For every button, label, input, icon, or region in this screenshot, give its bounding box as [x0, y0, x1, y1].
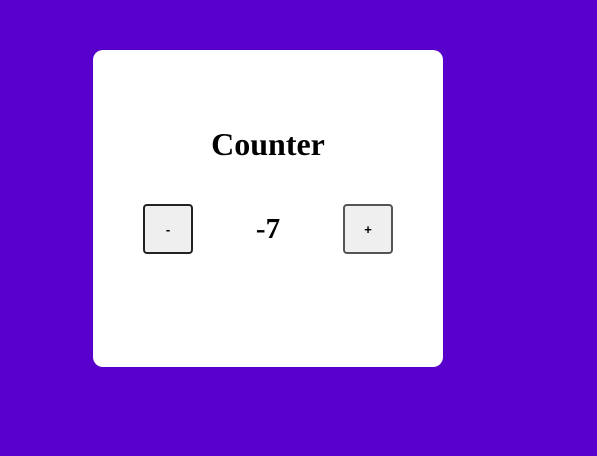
counter-title: Counter: [211, 126, 325, 162]
counter-value: -7: [255, 213, 281, 245]
increment-button[interactable]: +: [343, 204, 393, 254]
decrement-button[interactable]: -: [143, 204, 193, 254]
counter-card: Counter - -7 +: [93, 50, 443, 367]
